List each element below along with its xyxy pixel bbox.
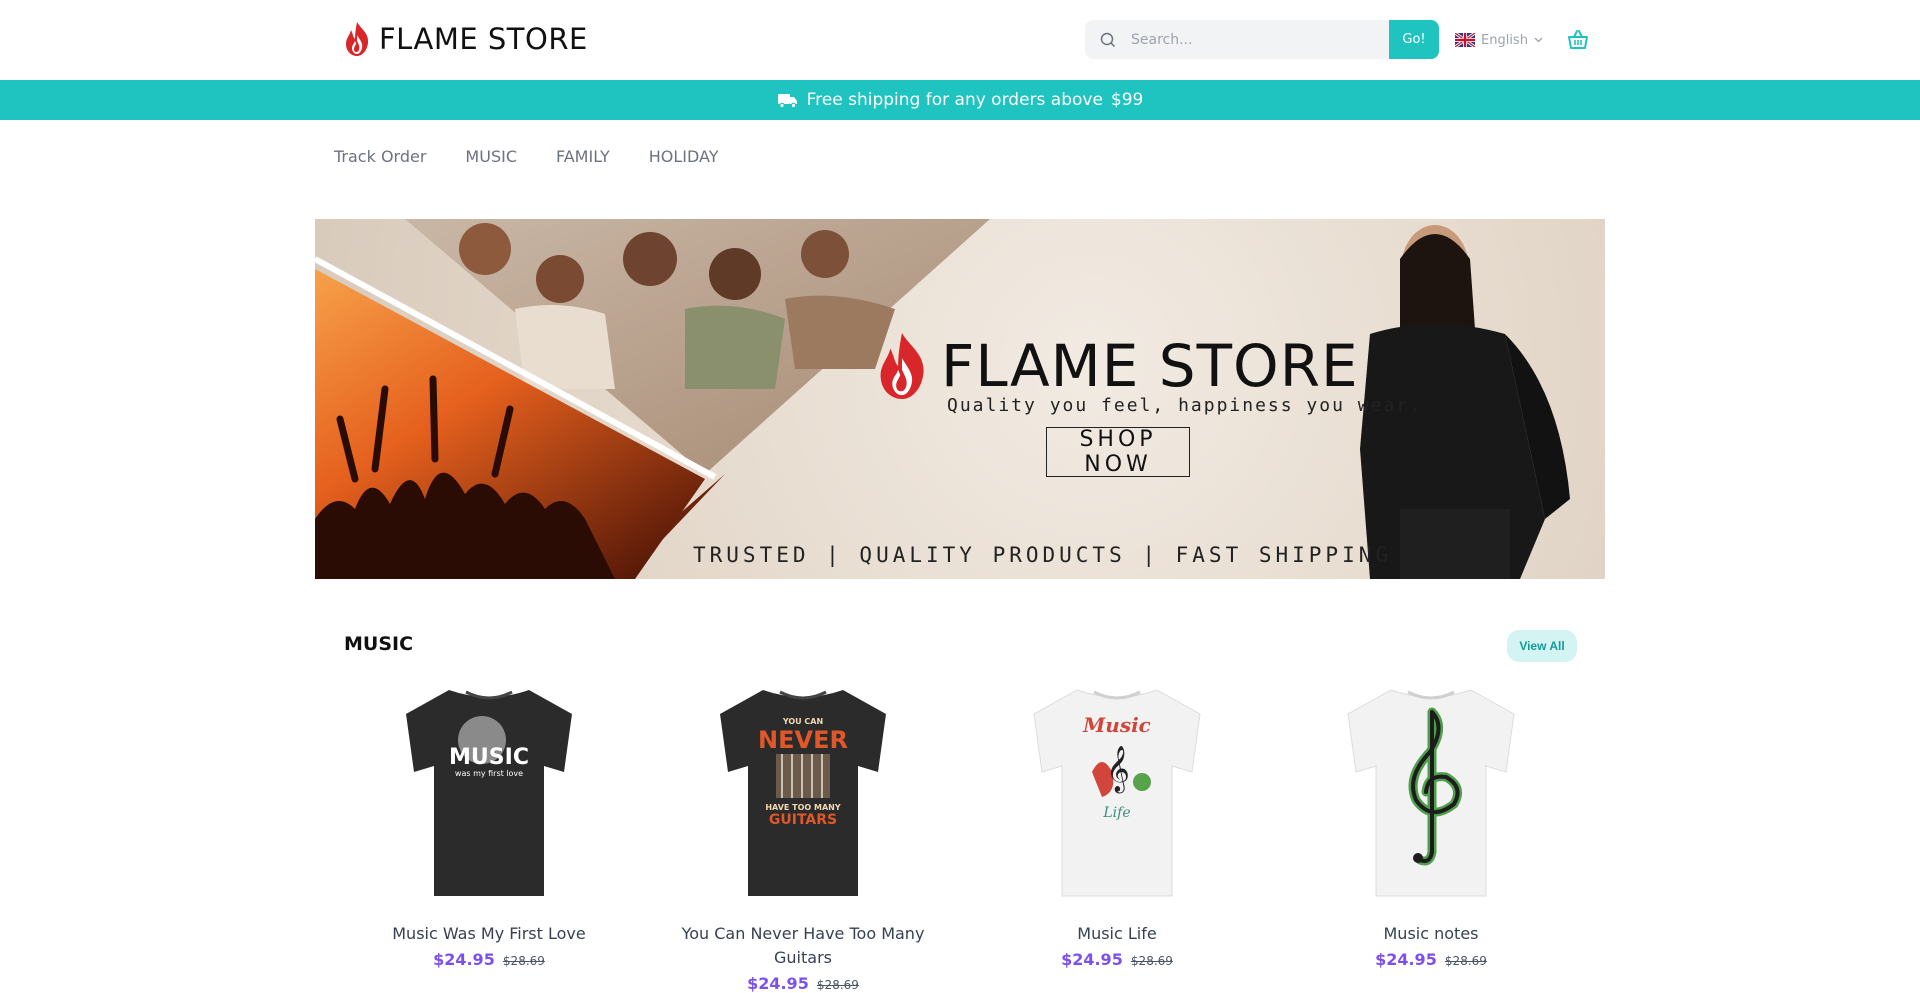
hero-tagline: Quality you feel, happiness you wear. — [947, 395, 1422, 416]
site-header: FLAME STORE Go! English — [0, 0, 1920, 80]
price-row: $24.95 $28.69 — [972, 950, 1262, 969]
search-box — [1085, 20, 1439, 59]
cart-icon[interactable] — [1566, 28, 1590, 52]
shop-now-button[interactable]: SHOP NOW — [1046, 427, 1190, 477]
hero-trust-line: TRUSTED | QUALITY PRODUCTS | FAST SHIPPI… — [693, 543, 1393, 567]
product-price: $24.95 — [1375, 950, 1437, 969]
flame-icon — [880, 332, 924, 400]
svg-text:GUITARS: GUITARS — [769, 812, 837, 828]
product-old-price: $28.69 — [502, 954, 545, 968]
product-price: $24.95 — [747, 974, 809, 993]
svg-text:Music: Music — [1082, 713, 1151, 737]
product-name[interactable]: Music Life — [972, 922, 1262, 946]
uk-flag-icon — [1455, 33, 1475, 47]
nav-item-holiday[interactable]: HOLIDAY — [649, 145, 719, 169]
shipping-banner: Free shipping for any orders above $99 — [0, 80, 1920, 120]
product-image[interactable]: Music 𝄞 Life — [972, 682, 1262, 900]
product-price: $24.95 — [1061, 950, 1123, 969]
svg-text:Life: Life — [1102, 805, 1130, 821]
tshirt-image: Music 𝄞 Life — [1033, 689, 1201, 897]
svg-text:HAVE TOO MANY: HAVE TOO MANY — [765, 803, 840, 812]
logo-text: FLAME STORE — [379, 22, 588, 56]
product-name[interactable]: You Can Never Have Too Many Guitars — [658, 922, 948, 970]
chevron-down-icon — [1534, 37, 1543, 43]
nav-item-family[interactable]: FAMILY — [556, 145, 610, 169]
product-name[interactable]: Music Was My First Love — [344, 922, 634, 946]
product-image[interactable]: MUSIC was my first love — [344, 682, 634, 900]
language-selector[interactable]: English — [1455, 30, 1543, 50]
svg-text:NEVER: NEVER — [758, 726, 848, 754]
price-row: $24.95 $28.69 — [658, 974, 948, 993]
tshirt-image: MUSIC was my first love — [406, 690, 572, 896]
price-row: $24.95 $28.69 — [344, 950, 634, 969]
flame-icon — [346, 22, 369, 56]
product-old-price: $28.69 — [1444, 954, 1487, 968]
nav-item-track-order[interactable]: Track Order — [334, 145, 426, 169]
hero-brand-title: FLAME STORE — [941, 332, 1359, 400]
price-row: $24.95 $28.69 — [1286, 950, 1576, 969]
search-icon — [1085, 20, 1131, 59]
svg-text:YOU CAN: YOU CAN — [782, 717, 823, 726]
svg-text:𝄞: 𝄞 — [1106, 746, 1130, 794]
product-old-price: $28.69 — [816, 978, 859, 992]
product-old-price: $28.69 — [1130, 954, 1173, 968]
main-nav: Track Order MUSIC FAMILY HOLIDAY — [334, 145, 719, 169]
truck-icon — [777, 94, 797, 109]
view-all-button[interactable]: View All — [1507, 630, 1577, 662]
language-label: English — [1481, 32, 1528, 48]
hero-banner[interactable]: FLAME STORE Quality you feel, happiness … — [315, 219, 1605, 579]
section-title: MUSIC — [344, 633, 414, 655]
tshirt-image: YOU CAN NEVER HAVE TOO MANY GUITARS — [720, 690, 886, 896]
svg-text:was my first love: was my first love — [455, 769, 523, 778]
product-grid: MUSIC was my first love Music Was My Fir… — [344, 682, 1576, 993]
nav-item-music[interactable]: MUSIC — [465, 145, 517, 169]
shipping-amount: $99 — [1110, 90, 1144, 110]
product-image[interactable] — [1286, 682, 1576, 900]
hero-logo: FLAME STORE — [873, 331, 1359, 401]
store-logo[interactable]: FLAME STORE — [343, 20, 588, 58]
product-price: $24.95 — [433, 950, 495, 969]
tshirt-image — [1347, 689, 1515, 897]
product-name[interactable]: Music notes — [1286, 922, 1576, 946]
search-go-button[interactable]: Go! — [1389, 20, 1439, 59]
shipping-text: Free shipping for any orders above — [806, 90, 1103, 110]
product-image[interactable]: YOU CAN NEVER HAVE TOO MANY GUITARS — [658, 682, 948, 900]
svg-text:MUSIC: MUSIC — [449, 745, 529, 770]
